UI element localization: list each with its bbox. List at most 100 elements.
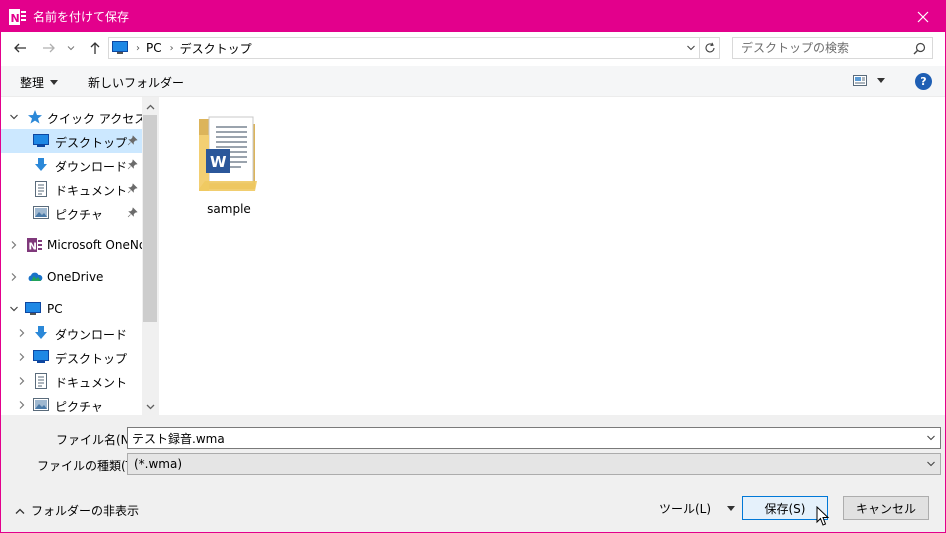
navigation-pane: クイック アクセス デスクトップ ダウンロード ドキュメント ピクチャ N Mi… — [1, 97, 158, 415]
svg-text:N: N — [11, 12, 20, 25]
nav-label: デスクトップ — [55, 352, 128, 366]
forward-button[interactable] — [39, 38, 59, 58]
search-icon[interactable] — [913, 42, 926, 58]
arrow-right-icon — [43, 43, 55, 53]
nav-item-pictures[interactable]: ピクチャ — [1, 201, 142, 225]
pin-icon[interactable] — [127, 207, 138, 221]
nav-label: クイック アクセス — [47, 112, 142, 126]
nav-label: OneDrive — [47, 270, 104, 284]
chevron-up-icon — [146, 104, 154, 110]
svg-text:N: N — [29, 242, 37, 253]
filetype-dropdown-button[interactable] — [924, 457, 938, 471]
chevron-right-icon[interactable] — [16, 375, 28, 387]
desktop-icon — [33, 349, 49, 365]
breadcrumb-pc[interactable]: PC — [146, 41, 162, 55]
address-bar[interactable]: › PC › デスクトップ — [108, 37, 700, 59]
nav-item-quick-access[interactable]: クイック アクセス — [1, 105, 142, 129]
nav-item-onenote[interactable]: N Microsoft OneNote — [1, 233, 142, 257]
command-toolbar: 整理 新しいフォルダー ? — [1, 66, 945, 97]
scroll-up-button[interactable] — [142, 99, 158, 115]
triangle-down-icon — [50, 79, 59, 85]
nav-item-pc-documents[interactable]: ドキュメント — [1, 369, 142, 393]
up-button[interactable] — [85, 38, 105, 58]
nav-scrollbar[interactable] — [142, 97, 158, 415]
nav-item-pc[interactable]: PC — [1, 297, 142, 321]
nav-label: ドキュメント — [55, 376, 128, 390]
close-icon — [917, 11, 929, 22]
nav-item-desktop[interactable]: デスクトップ — [1, 129, 142, 153]
tools-button[interactable]: ツール(L) — [659, 500, 736, 517]
hide-folders-button[interactable]: フォルダーの非表示 — [15, 502, 139, 519]
window-title: 名前を付けて保存 — [33, 10, 130, 24]
nav-item-onedrive[interactable]: OneDrive — [1, 265, 142, 289]
pin-icon[interactable] — [127, 183, 138, 197]
organize-label: 整理 — [20, 76, 45, 90]
scroll-thumb[interactable] — [143, 115, 157, 322]
chevron-down-icon — [927, 461, 935, 467]
cancel-button[interactable]: キャンセル — [843, 496, 929, 520]
breadcrumb-separator[interactable]: › — [170, 43, 174, 54]
pc-icon — [112, 41, 128, 55]
hide-folders-label: フォルダーの非表示 — [31, 504, 140, 518]
file-name: sample — [207, 202, 251, 216]
filename-dropdown-button[interactable] — [924, 431, 938, 445]
filetype-select[interactable]: (*.wma) — [127, 453, 941, 475]
chevron-right-icon[interactable] — [16, 327, 28, 339]
search-box[interactable] — [732, 37, 933, 59]
chevron-down-icon[interactable] — [8, 303, 20, 315]
nav-item-pc-downloads[interactable]: ダウンロード — [1, 321, 142, 345]
picture-icon — [33, 397, 49, 413]
scroll-down-button[interactable] — [142, 399, 158, 415]
mouse-cursor-icon — [816, 505, 830, 531]
title-bar: N 名前を付けて保存 — [1, 1, 945, 32]
nav-item-pc-pictures[interactable]: ピクチャ — [1, 393, 142, 415]
help-icon[interactable]: ? — [915, 73, 932, 90]
filename-input[interactable] — [132, 431, 892, 445]
breadcrumb-desktop[interactable]: デスクトップ — [180, 40, 252, 57]
document-icon — [33, 373, 49, 389]
chevron-down-icon[interactable] — [8, 111, 20, 123]
view-options-button[interactable] — [853, 75, 885, 87]
arrow-left-icon — [14, 43, 26, 53]
chevron-right-icon[interactable] — [16, 351, 28, 363]
onenote-app-icon: N — [9, 8, 27, 26]
back-button[interactable] — [10, 38, 30, 58]
save-as-dialog: N 名前を付けて保存 › PC › デスクトップ デスクトップの検索 整理 新し… — [0, 0, 946, 533]
chevron-up-icon — [15, 508, 25, 514]
chevron-right-icon[interactable] — [16, 399, 28, 411]
refresh-icon — [705, 42, 715, 53]
file-list-pane[interactable]: W sample — [159, 97, 945, 415]
refresh-button[interactable] — [700, 37, 720, 59]
chevron-down-icon — [67, 46, 75, 51]
word-folder-icon: W — [195, 111, 263, 198]
pin-icon[interactable] — [127, 159, 138, 173]
filetype-value: (*.wma) — [134, 457, 183, 471]
close-button[interactable] — [901, 1, 945, 32]
chevron-right-icon[interactable] — [8, 271, 20, 283]
nav-item-pc-desktop[interactable]: デスクトップ — [1, 345, 142, 369]
nav-label: ピクチャ — [55, 400, 103, 414]
navigation-bar: › PC › デスクトップ — [1, 32, 945, 66]
pin-icon[interactable] — [127, 135, 138, 149]
new-folder-button[interactable]: 新しいフォルダー — [88, 74, 184, 91]
nav-label: PC — [47, 302, 63, 316]
chevron-right-icon[interactable] — [8, 239, 20, 251]
file-item[interactable]: W sample — [193, 111, 265, 221]
arrow-up-icon — [90, 42, 100, 54]
nav-label: ドキュメント — [55, 184, 128, 198]
chevron-down-icon — [146, 404, 154, 410]
address-dropdown-button[interactable] — [681, 38, 699, 58]
download-icon — [33, 157, 49, 173]
save-form: ファイル名(N): ファイルの種類(T): (*.wma) フォルダーの非表示 … — [1, 415, 945, 532]
triangle-down-icon — [877, 78, 885, 83]
recent-locations-button[interactable] — [64, 38, 78, 58]
filename-combobox[interactable] — [127, 427, 941, 449]
organize-button[interactable]: 整理 — [20, 74, 59, 91]
nav-item-documents[interactable]: ドキュメント — [1, 177, 142, 201]
tools-label: ツール(L) — [659, 502, 712, 516]
breadcrumb-separator[interactable]: › — [136, 43, 140, 54]
nav-item-downloads[interactable]: ダウンロード — [1, 153, 142, 177]
star-icon — [27, 109, 43, 125]
search-input[interactable] — [741, 41, 901, 55]
picture-icon — [33, 205, 49, 221]
